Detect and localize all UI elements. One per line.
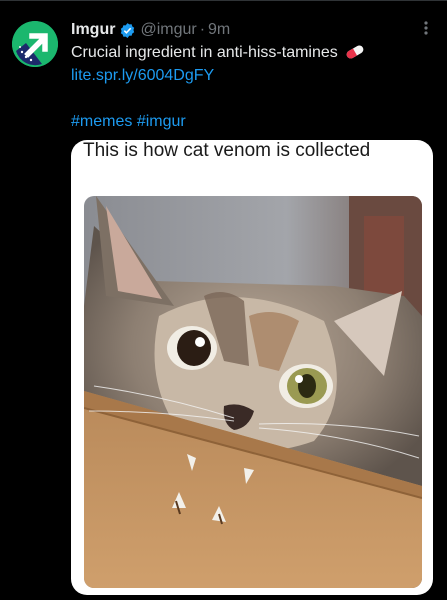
imgur-logo-icon bbox=[12, 21, 58, 67]
verified-badge-icon bbox=[121, 22, 135, 38]
meme-caption: This is how cat venom is collected bbox=[83, 140, 371, 161]
tweet-media[interactable]: This is how cat venom is collected bbox=[71, 140, 433, 595]
tweet-header: Imgur @imgur · 9m bbox=[71, 19, 230, 41]
tweet-text: Crucial ingredient in anti-hiss-tamines bbox=[71, 43, 366, 63]
tweet-link[interactable]: lite.spr.ly/6004DgFY bbox=[71, 66, 214, 86]
author-handle[interactable]: @imgur bbox=[140, 21, 196, 39]
tweet-text-content: Crucial ingredient in anti-hiss-tamines bbox=[71, 44, 338, 61]
tweet[interactable]: Imgur @imgur · 9m Crucial ingredient in … bbox=[0, 0, 447, 600]
hashtag-imgur[interactable]: #imgur bbox=[137, 113, 186, 130]
hashtag-memes[interactable]: #memes bbox=[71, 113, 132, 130]
author-name[interactable]: Imgur bbox=[71, 21, 115, 39]
cat-in-box-image bbox=[84, 196, 422, 588]
pill-emoji-icon bbox=[346, 45, 364, 59]
cat-photo bbox=[84, 196, 422, 588]
timestamp[interactable]: 9m bbox=[208, 21, 230, 39]
more-options-icon[interactable] bbox=[415, 19, 437, 41]
avatar[interactable] bbox=[12, 21, 58, 67]
separator-dot: · bbox=[199, 21, 206, 38]
hashtags: #memes #imgur bbox=[71, 112, 186, 132]
